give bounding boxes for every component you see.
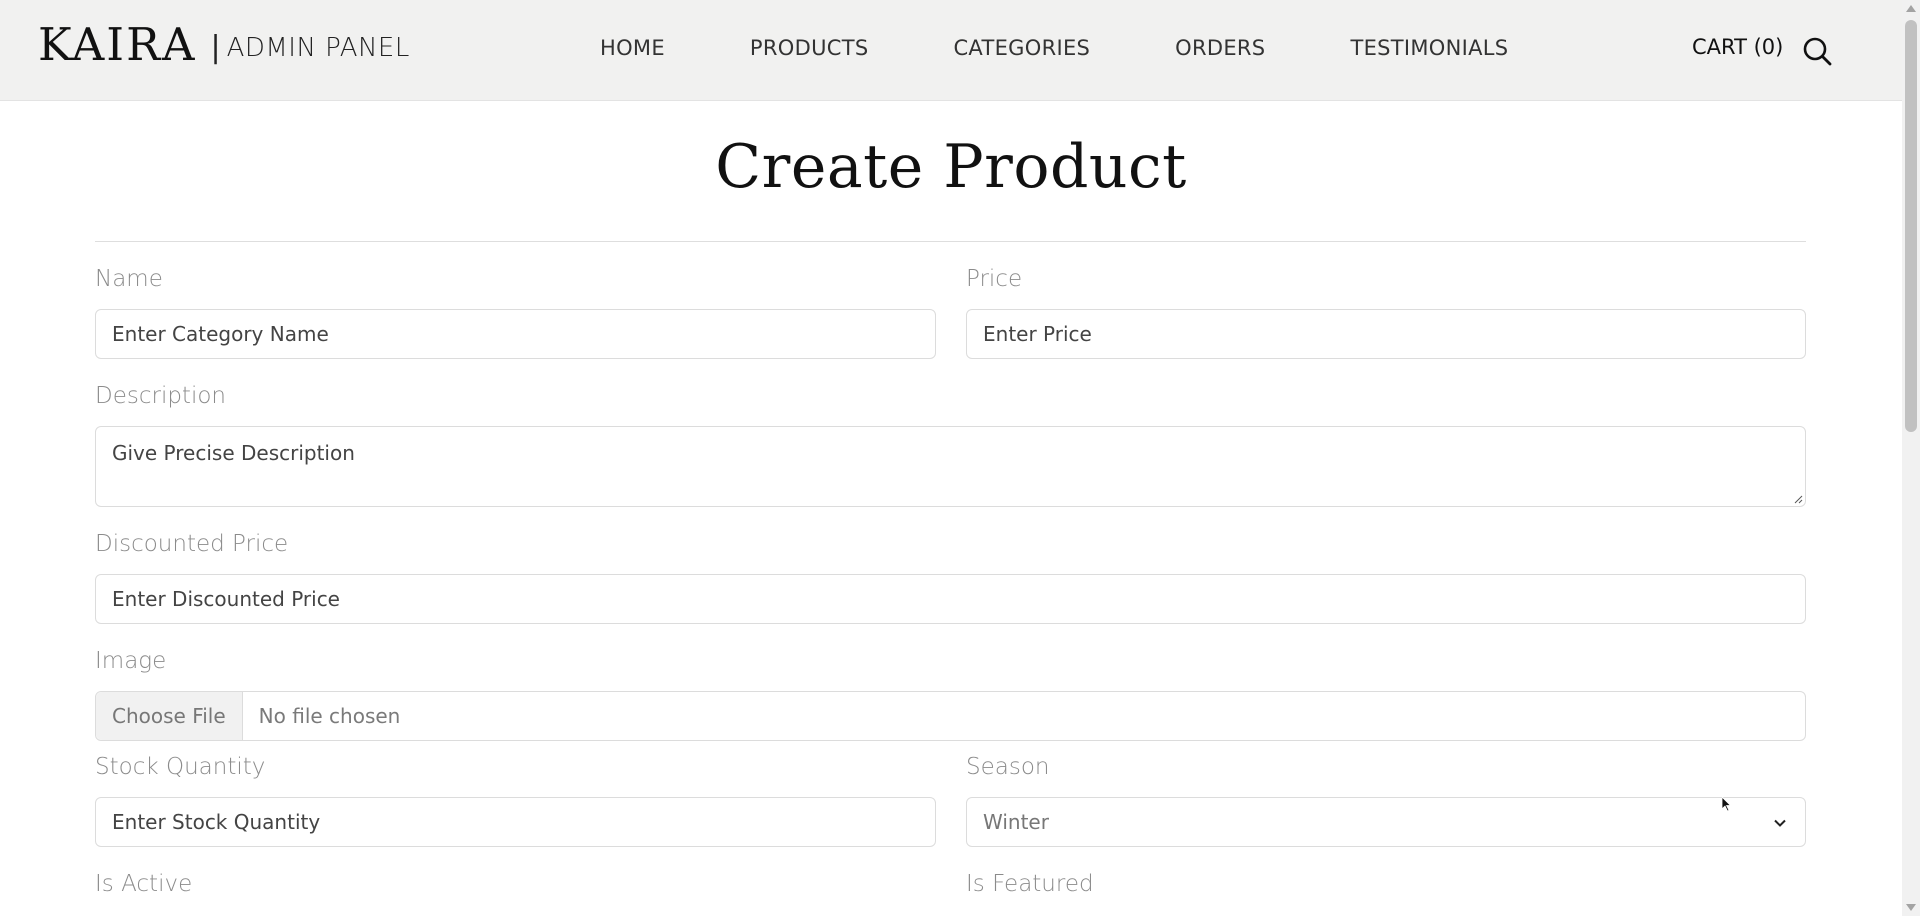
image-file-input[interactable]: Choose File No file chosen <box>95 691 1806 741</box>
cart-link[interactable]: CART (0) <box>1692 35 1783 59</box>
price-input[interactable]: Enter Price <box>966 309 1806 359</box>
name-label: Name <box>95 266 163 292</box>
page-title: Create Product <box>715 132 1187 202</box>
nav-products[interactable]: PRODUCTS <box>750 36 869 60</box>
resize-handle-icon[interactable] <box>1793 494 1803 504</box>
logo[interactable]: KAIRA <box>38 22 196 67</box>
description-label: Description <box>95 383 226 409</box>
nav-testimonials[interactable]: TESTIMONIALS <box>1350 36 1508 60</box>
season-selected-value: Winter <box>983 810 1049 834</box>
price-placeholder: Enter Price <box>983 322 1092 346</box>
scrollbar-thumb[interactable] <box>1905 20 1917 432</box>
mouse-pointer-icon <box>1722 797 1732 812</box>
page-scrollbar[interactable] <box>1902 0 1920 916</box>
chevron-down-icon <box>1774 819 1786 827</box>
stock-quantity-placeholder: Enter Stock Quantity <box>112 810 321 834</box>
brand-separator: | <box>210 30 221 65</box>
top-navbar: KAIRA | ADMIN PANEL HOME PRODUCTS CATEGO… <box>0 0 1902 101</box>
season-label: Season <box>966 754 1050 780</box>
discounted-price-input[interactable]: Enter Discounted Price <box>95 574 1806 624</box>
is-featured-label: Is Featured <box>966 871 1094 897</box>
season-select[interactable]: Winter <box>966 797 1806 847</box>
main-nav: HOME PRODUCTS CATEGORIES ORDERS TESTIMON… <box>600 36 1508 60</box>
nav-orders[interactable]: ORDERS <box>1175 36 1265 60</box>
image-label: Image <box>95 648 167 674</box>
is-active-label: Is Active <box>95 871 193 897</box>
price-label: Price <box>966 266 1023 292</box>
description-placeholder: Give Precise Description <box>112 441 355 465</box>
title-divider <box>95 241 1806 242</box>
admin-panel-label: ADMIN PANEL <box>226 33 410 63</box>
discounted-price-label: Discounted Price <box>95 531 289 557</box>
choose-file-button[interactable]: Choose File <box>96 692 243 740</box>
stock-quantity-label: Stock Quantity <box>95 754 266 780</box>
name-placeholder: Enter Category Name <box>112 322 329 346</box>
file-status: No file chosen <box>258 704 401 728</box>
search-icon[interactable] <box>1802 36 1832 66</box>
stock-quantity-input[interactable]: Enter Stock Quantity <box>95 797 936 847</box>
nav-home[interactable]: HOME <box>600 36 665 60</box>
nav-categories[interactable]: CATEGORIES <box>953 36 1090 60</box>
description-textarea[interactable]: Give Precise Description <box>95 426 1806 507</box>
discounted-price-placeholder: Enter Discounted Price <box>112 587 340 611</box>
brand[interactable]: KAIRA | ADMIN PANEL <box>38 22 410 67</box>
name-input[interactable]: Enter Category Name <box>95 309 936 359</box>
scroll-up-arrow-icon[interactable] <box>1906 5 1916 12</box>
scroll-down-arrow-icon[interactable] <box>1906 904 1916 911</box>
